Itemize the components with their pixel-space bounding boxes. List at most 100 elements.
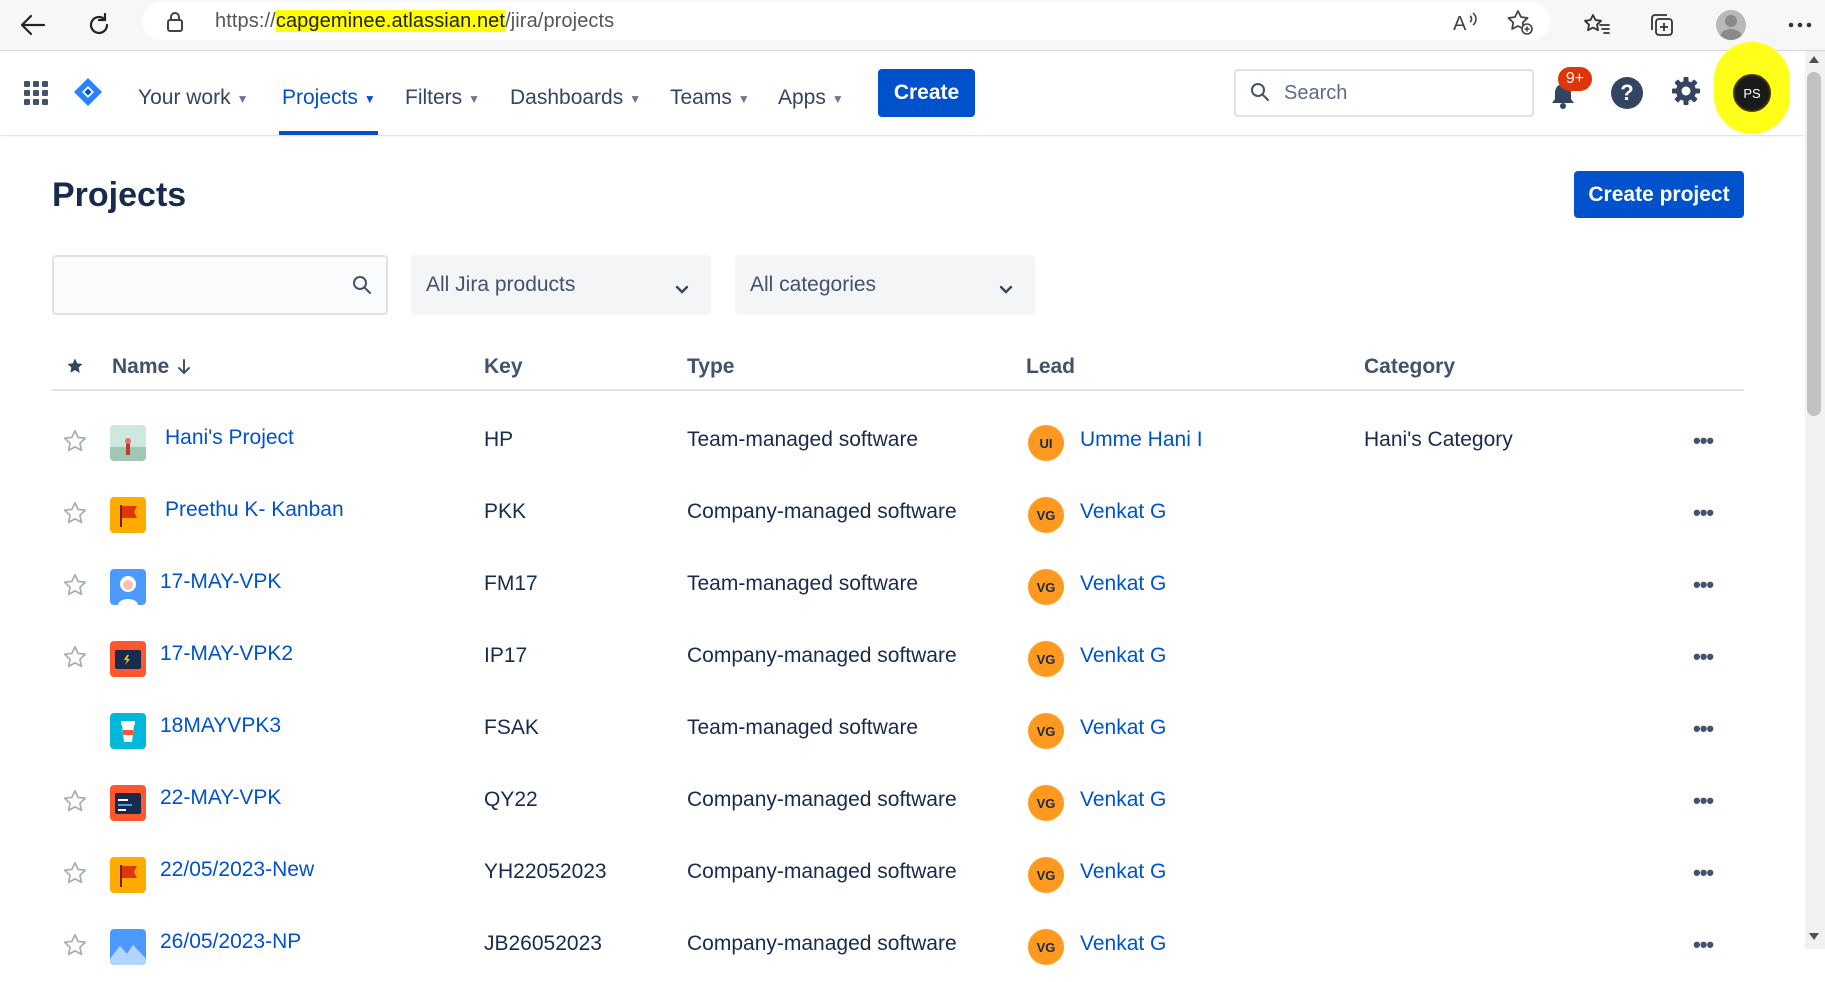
- project-type: Team-managed software: [687, 716, 919, 739]
- column-header-type[interactable]: Type: [687, 355, 734, 379]
- lead-name-link[interactable]: Venkat G: [1080, 572, 1166, 596]
- project-name-link[interactable]: 17-MAY-VPK2: [160, 642, 293, 666]
- more-actions-icon[interactable]: •••: [1693, 644, 1714, 670]
- nav-your-work[interactable]: Your work ▼: [138, 81, 249, 115]
- chevron-down-icon: ▼: [831, 92, 844, 106]
- more-actions-icon[interactable]: •••: [1693, 788, 1714, 814]
- active-tab-indicator: [279, 131, 378, 135]
- browser-profile-avatar[interactable]: [1714, 8, 1748, 42]
- lead-name-link[interactable]: Venkat G: [1080, 860, 1166, 884]
- star-icon[interactable]: [62, 788, 88, 819]
- nav-dashboards[interactable]: Dashboards ▼: [510, 81, 641, 115]
- project-name-link[interactable]: 22-MAY-VPK: [160, 786, 281, 810]
- read-aloud-icon[interactable]: A: [1452, 8, 1480, 36]
- table-row[interactable]: 17-MAY-VPK2 IP17 Company-managed softwar…: [52, 622, 1744, 694]
- chevron-down-icon: ▼: [363, 92, 376, 106]
- project-name-link[interactable]: 18MAYVPK3: [160, 714, 281, 738]
- column-header-name[interactable]: Name: [112, 355, 191, 379]
- more-actions-icon[interactable]: •••: [1693, 572, 1714, 598]
- nav-teams-label: Teams: [670, 86, 732, 109]
- star-icon[interactable]: [62, 932, 88, 963]
- search-input[interactable]: [1282, 79, 1516, 107]
- table-row[interactable]: 17-MAY-VPK FM17 Team-managed software VG…: [52, 550, 1744, 622]
- star-icon[interactable]: [62, 644, 88, 675]
- back-arrow-icon[interactable]: [16, 8, 50, 42]
- more-actions-icon[interactable]: •••: [1693, 932, 1714, 958]
- add-favorite-icon[interactable]: [1506, 8, 1534, 36]
- chevron-down-icon: ▼: [468, 92, 481, 106]
- project-name-link[interactable]: Hani's Project: [165, 426, 294, 450]
- more-actions-icon[interactable]: •••: [1693, 860, 1714, 886]
- categories-dropdown[interactable]: All categories: [735, 255, 1035, 315]
- more-actions-icon[interactable]: •••: [1693, 428, 1714, 454]
- lead-name-link[interactable]: Venkat G: [1080, 932, 1166, 956]
- create-project-button[interactable]: Create project: [1574, 171, 1744, 218]
- refresh-icon[interactable]: [82, 8, 116, 42]
- nav-filters[interactable]: Filters ▼: [405, 81, 480, 115]
- gear-icon[interactable]: [1670, 75, 1702, 112]
- nav-apps[interactable]: Apps ▼: [778, 81, 844, 115]
- star-icon[interactable]: [62, 572, 88, 603]
- chevron-down-icon: ▼: [737, 92, 750, 106]
- favorites-icon[interactable]: [1580, 8, 1614, 42]
- lead-name-link[interactable]: Venkat G: [1080, 500, 1166, 524]
- nav-projects-label: Projects: [282, 86, 358, 109]
- lead-avatar: VG: [1028, 497, 1064, 533]
- nav-projects[interactable]: Projects ▼: [282, 81, 376, 115]
- nav-teams[interactable]: Teams ▼: [670, 81, 750, 115]
- browser-toolbar: https://capgeminee.atlassian.net/jira/pr…: [0, 0, 1825, 51]
- scroll-down-icon[interactable]: [1809, 933, 1819, 940]
- lock-icon: [166, 11, 184, 38]
- global-search[interactable]: [1234, 69, 1534, 117]
- collections-icon[interactable]: [1645, 8, 1679, 42]
- mountains-icon: [110, 929, 146, 965]
- person-icon: [110, 569, 146, 605]
- project-name-link[interactable]: 17-MAY-VPK: [160, 570, 281, 594]
- address-bar[interactable]: https://capgeminee.atlassian.net/jira/pr…: [142, 2, 1550, 40]
- lead-name-link[interactable]: Venkat G: [1080, 644, 1166, 668]
- scroll-up-icon[interactable]: [1809, 56, 1819, 63]
- table-row[interactable]: 26/05/2023-NP JB26052023 Company-managed…: [52, 910, 1744, 982]
- project-search-field[interactable]: [52, 255, 388, 315]
- project-name-link[interactable]: Preethu K- Kanban: [165, 498, 344, 522]
- categories-dropdown-value: All categories: [750, 273, 877, 296]
- project-name-link[interactable]: 22/05/2023-New: [160, 858, 314, 882]
- lead-avatar: VG: [1028, 641, 1064, 677]
- user-avatar[interactable]: PS: [1733, 74, 1771, 112]
- table-row[interactable]: Hani's Project HP Team-managed software …: [52, 406, 1744, 478]
- column-header-category[interactable]: Category: [1364, 355, 1455, 379]
- products-dropdown[interactable]: All Jira products: [411, 255, 711, 315]
- starred-column-icon[interactable]: [66, 357, 84, 375]
- create-button[interactable]: Create: [878, 69, 975, 117]
- lead-name-link[interactable]: Venkat G: [1080, 716, 1166, 740]
- notifications-badge: 9+: [1558, 67, 1592, 91]
- table-row[interactable]: 22/05/2023-New YH22052023 Company-manage…: [52, 838, 1744, 910]
- column-header-key[interactable]: Key: [484, 355, 523, 379]
- table-row[interactable]: 22-MAY-VPK QY22 Company-managed software…: [52, 766, 1744, 838]
- star-icon[interactable]: [62, 428, 88, 459]
- lead-avatar: VG: [1028, 569, 1064, 605]
- more-actions-icon[interactable]: •••: [1693, 716, 1714, 742]
- project-type: Team-managed software: [687, 572, 919, 595]
- lead-avatar: UI: [1028, 425, 1064, 461]
- project-key: QY22: [484, 788, 538, 811]
- star-icon[interactable]: [62, 500, 88, 531]
- project-type: Company-managed software: [687, 644, 957, 667]
- project-name-link[interactable]: 26/05/2023-NP: [160, 930, 301, 954]
- more-actions-icon[interactable]: •••: [1693, 500, 1714, 526]
- app-switcher-icon[interactable]: [24, 81, 48, 105]
- table-row[interactable]: Preethu K- Kanban PKK Company-managed so…: [52, 478, 1744, 550]
- help-icon[interactable]: ?: [1611, 77, 1643, 109]
- lead-name-link[interactable]: Venkat G: [1080, 788, 1166, 812]
- lead-name-link[interactable]: Umme Hani I: [1080, 428, 1203, 452]
- more-menu-icon[interactable]: [1783, 8, 1817, 42]
- table-row[interactable]: 18MAYVPK3 FSAK Team-managed software VG …: [52, 694, 1744, 766]
- flag-icon: [110, 857, 146, 893]
- products-dropdown-value: All Jira products: [426, 273, 576, 296]
- star-icon[interactable]: [62, 860, 88, 891]
- column-header-lead[interactable]: Lead: [1026, 355, 1075, 379]
- scrollbar-thumb[interactable]: [1807, 72, 1821, 416]
- search-icon: [1250, 82, 1270, 107]
- project-search-input[interactable]: [66, 271, 350, 299]
- jira-logo-icon[interactable]: [72, 76, 104, 113]
